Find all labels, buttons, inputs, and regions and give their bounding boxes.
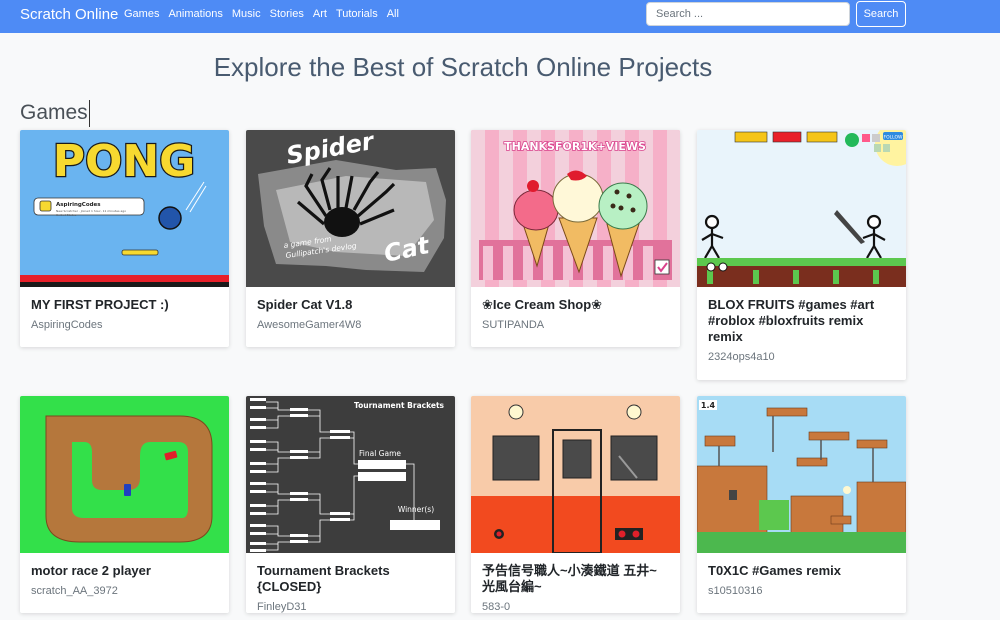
nav-link-music[interactable]: Music [232,8,261,20]
project-thumbnail: PONG AspiringCodes New Scratcher · Joine… [20,130,229,287]
project-title[interactable]: Spider Cat V1.8 [257,297,444,313]
svg-text:FOLLOW: FOLLOW [884,135,904,141]
project-title[interactable]: motor race 2 player [31,563,218,579]
nav-link-all[interactable]: All [387,8,399,20]
svg-text:AspiringCodes: AspiringCodes [56,202,101,208]
project-card[interactable]: 予告信号職人~小湊鐵道 五井~光風台編~ 583-0 [471,396,680,613]
section-heading-games: Games [20,100,90,127]
project-title[interactable]: Tournament Brackets {CLOSED} [257,563,444,595]
project-title[interactable]: BLOX FRUITS #games #art #roblox #bloxfru… [708,297,895,345]
svg-text:Final Game: Final Game [359,449,401,458]
project-author[interactable]: 2324ops4a10 [708,351,895,363]
project-card[interactable]: FOLLOW BLOX FRUITS #games #art #roblox #… [697,130,906,380]
page-title: Explore the Best of Scratch Online Proje… [213,52,713,82]
svg-text:1.4: 1.4 [701,401,716,410]
project-card[interactable]: 1.4 T0X1C #Games remix s10510316 [697,396,906,613]
svg-text:United States: United States [56,213,77,217]
project-card[interactable]: THANKSFOR1K+VIEWS ❀Ice Cream Shop❀ SUTIP… [471,130,680,347]
project-author[interactable]: AspiringCodes [31,319,218,331]
project-author[interactable]: scratch_AA_3972 [31,585,218,597]
project-author[interactable]: s10510316 [708,585,895,597]
project-author[interactable]: AwesomeGamer4W8 [257,319,444,331]
project-card[interactable]: PONG AspiringCodes New Scratcher · Joine… [20,130,229,347]
project-card[interactable]: motor race 2 player scratch_AA_3972 [20,396,229,613]
nav-link-tutorials[interactable]: Tutorials [336,8,378,20]
search-button[interactable]: Search [856,1,906,27]
project-author[interactable]: SUTIPANDA [482,319,669,331]
nav-links: Games Animations Music Stories Art Tutor… [124,8,408,20]
project-title[interactable]: MY FIRST PROJECT :) [31,297,218,313]
project-card[interactable]: Spider Cat a game from Gullipatch's devl… [246,130,455,347]
search-input[interactable] [646,2,850,26]
project-title[interactable]: 予告信号職人~小湊鐵道 五井~光風台編~ [482,563,669,595]
project-thumbnail: 1.4 [697,396,906,553]
svg-text:Winner(s): Winner(s) [398,505,434,514]
nav-link-animations[interactable]: Animations [168,8,222,20]
svg-text:Tournament Brackets: Tournament Brackets [354,401,445,410]
pong-title-text: PONG [53,136,196,187]
project-author[interactable]: 583-0 [482,601,669,613]
project-thumbnail: FOLLOW [697,130,906,287]
svg-text:THANKSFOR1K+VIEWS: THANKSFOR1K+VIEWS [504,140,646,153]
brand-link[interactable]: Scratch Online [20,6,118,23]
nav-link-games[interactable]: Games [124,8,159,20]
project-author[interactable]: FinleyD31 [257,601,444,613]
navbar: Scratch Online Games Animations Music St… [0,0,1000,33]
project-thumbnail: Tournament Brackets Final Game Winner(s) [246,396,455,553]
project-thumbnail: Spider Cat a game from Gullipatch's devl… [246,130,455,287]
nav-link-stories[interactable]: Stories [270,8,304,20]
project-thumbnail [471,396,680,553]
project-title[interactable]: ❀Ice Cream Shop❀ [482,297,669,313]
project-thumbnail: THANKSFOR1K+VIEWS [471,130,680,287]
project-thumbnail [20,396,229,553]
project-title[interactable]: T0X1C #Games remix [708,563,895,579]
nav-link-art[interactable]: Art [313,8,327,20]
project-card[interactable]: Tournament Brackets Final Game Winner(s) [246,396,455,613]
